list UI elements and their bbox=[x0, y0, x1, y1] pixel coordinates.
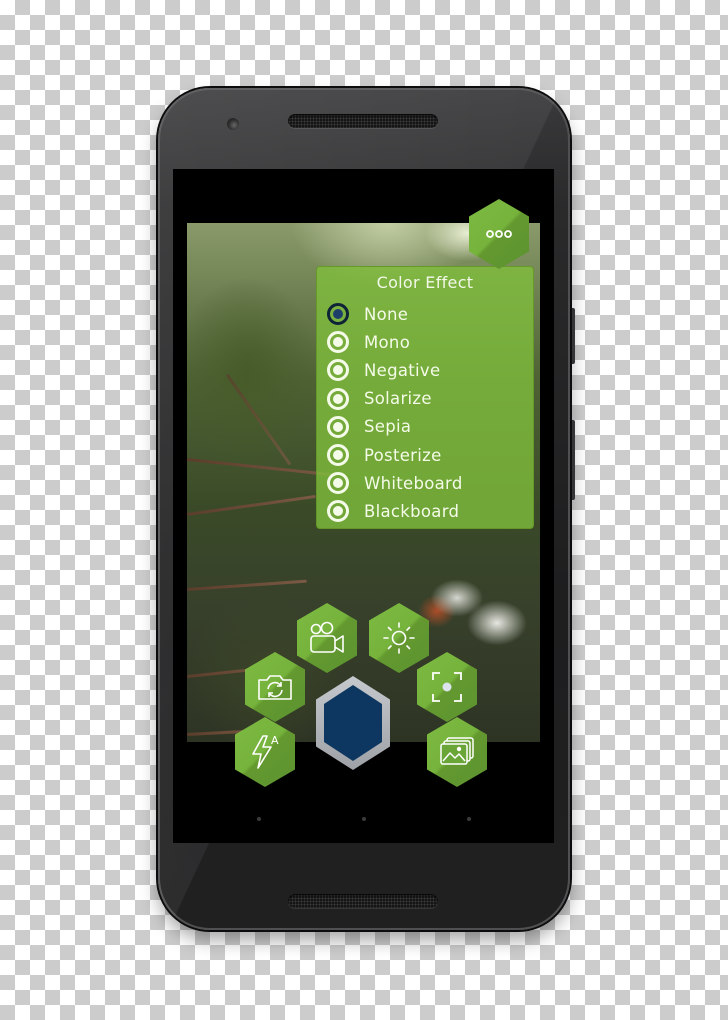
radio-icon[interactable] bbox=[327, 444, 349, 467]
radio-icon[interactable] bbox=[327, 415, 349, 438]
effect-option-label: Solarize bbox=[364, 389, 432, 409]
effect-option-sepia[interactable]: Sepia bbox=[327, 413, 527, 441]
focus-frame-icon bbox=[432, 672, 462, 702]
effect-option-solarize[interactable]: Solarize bbox=[327, 385, 527, 413]
effect-option-none[interactable]: None bbox=[327, 300, 527, 328]
radio-icon[interactable] bbox=[327, 387, 349, 410]
effect-option-negative[interactable]: Negative bbox=[327, 356, 527, 384]
effect-option-posterize[interactable]: Posterize bbox=[327, 441, 527, 469]
phone-screen: Color Effect None Mono Negative Solarize bbox=[173, 169, 554, 843]
nav-recents-dot[interactable] bbox=[467, 817, 471, 821]
effect-option-mono[interactable]: Mono bbox=[327, 328, 527, 356]
effect-option-label: Sepia bbox=[364, 417, 412, 437]
flash-auto-icon: A bbox=[252, 734, 279, 769]
effect-option-whiteboard[interactable]: Whiteboard bbox=[327, 469, 527, 497]
gallery-icon bbox=[440, 737, 474, 765]
effect-option-label: None bbox=[364, 304, 409, 324]
volume-button bbox=[570, 420, 575, 500]
color-effect-options: None Mono Negative Solarize Sepia Poster… bbox=[327, 300, 527, 526]
radio-icon[interactable] bbox=[327, 472, 349, 495]
nav-home-dot[interactable] bbox=[362, 817, 366, 821]
more-horizontal-icon bbox=[486, 230, 512, 238]
earpiece-speaker bbox=[288, 114, 438, 128]
effect-option-label: Negative bbox=[364, 360, 441, 380]
effect-option-label: Whiteboard bbox=[364, 473, 463, 493]
flash-mode-letter: A bbox=[271, 734, 279, 747]
front-camera-icon bbox=[227, 118, 239, 130]
pine-branch bbox=[187, 494, 316, 516]
color-effect-panel: Color Effect None Mono Negative Solarize bbox=[316, 266, 534, 529]
phone-frame: Color Effect None Mono Negative Solarize bbox=[158, 88, 570, 930]
pine-branch bbox=[187, 458, 337, 477]
nav-back-dot[interactable] bbox=[257, 817, 261, 821]
effect-option-label: Posterize bbox=[364, 445, 442, 465]
radio-icon[interactable] bbox=[327, 500, 349, 523]
brightness-icon bbox=[383, 622, 415, 654]
pine-branch bbox=[187, 579, 307, 591]
effect-option-label: Mono bbox=[364, 332, 411, 352]
radio-icon[interactable] bbox=[327, 359, 349, 382]
effect-option-blackboard[interactable]: Blackboard bbox=[327, 497, 527, 525]
color-effect-title: Color Effect bbox=[376, 273, 474, 292]
effect-option-label: Blackboard bbox=[364, 501, 460, 521]
video-camera-icon bbox=[310, 621, 344, 653]
pine-branch bbox=[225, 373, 292, 466]
bottom-speaker bbox=[288, 894, 438, 908]
shutter-button-inner[interactable] bbox=[324, 685, 382, 761]
radio-selected-icon[interactable] bbox=[327, 303, 349, 326]
radio-icon[interactable] bbox=[327, 331, 349, 354]
power-button bbox=[570, 308, 575, 364]
camera-switch-icon bbox=[258, 675, 292, 700]
